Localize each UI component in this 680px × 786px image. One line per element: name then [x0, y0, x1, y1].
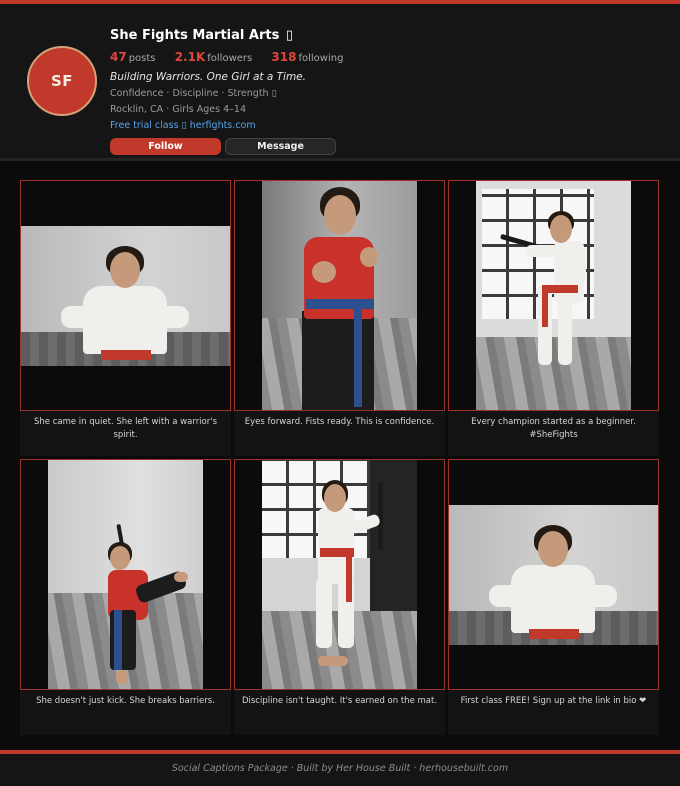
header-divider	[0, 158, 680, 161]
following-label: following	[298, 53, 344, 64]
post-image-frame	[448, 459, 659, 690]
following-stat[interactable]: 318 following	[271, 50, 344, 64]
bio-tagline: Building Warriors. One Girl at a Time.	[110, 71, 306, 83]
profile-name-row: She Fights Martial Arts ▯	[110, 28, 650, 46]
post-photo[interactable]	[449, 505, 658, 645]
profile-header: SF She Fights Martial Arts ▯ 47 posts 2.1…	[0, 4, 680, 158]
post-caption: Discipline isn't taught. It's earned on …	[234, 690, 445, 735]
bio-link[interactable]: Free trial class ▯ herfights.com	[110, 120, 650, 134]
post-caption: First class FREE! Sign up at the link in…	[448, 690, 659, 735]
post-image-frame	[448, 180, 659, 411]
posts-count: 47	[110, 50, 127, 64]
post-photo[interactable]	[476, 181, 631, 410]
posts-stat[interactable]: 47 posts	[110, 50, 156, 64]
follow-button[interactable]: Follow	[110, 138, 221, 155]
post-caption: Every champion started as a beginner. #S…	[448, 411, 659, 456]
post-image-frame	[20, 459, 231, 690]
profile-stats: 47 posts 2.1K followers 318 following	[110, 50, 650, 66]
post-photo[interactable]	[262, 460, 417, 689]
avatar-initials: SF	[50, 72, 74, 90]
post-card[interactable]: Discipline isn't taught. It's earned on …	[234, 459, 445, 735]
message-button[interactable]: Message	[225, 138, 336, 155]
profile-info: She Fights Martial Arts ▯ 47 posts 2.1K fo…	[110, 28, 650, 134]
footer: Social Captions Package · Built by Her H…	[0, 754, 680, 786]
post-card[interactable]: She doesn't just kick. She breaks barrie…	[20, 459, 231, 735]
bio-location: Rocklin, CA · Girls Ages 4–14	[110, 104, 246, 115]
followers-label: followers	[207, 53, 253, 64]
post-caption: She doesn't just kick. She breaks barrie…	[20, 690, 231, 735]
post-photo[interactable]	[262, 181, 417, 410]
bio-values: Confidence · Discipline · Strength ▯	[110, 88, 277, 99]
avatar[interactable]: SF	[27, 46, 97, 116]
profile-actions: Follow Message	[110, 138, 336, 157]
post-caption: She came in quiet. She left with a warri…	[20, 411, 231, 456]
post-image-frame	[20, 180, 231, 411]
post-card[interactable]: Eyes forward. Fists ready. This is confi…	[234, 180, 445, 456]
profile-name: She Fights Martial Arts	[110, 28, 280, 43]
name-emoji-icon: ▯	[285, 28, 293, 43]
post-image-frame	[234, 180, 445, 411]
post-card[interactable]: Every champion started as a beginner. #S…	[448, 180, 659, 456]
post-photo[interactable]	[21, 226, 230, 366]
followers-stat[interactable]: 2.1K followers	[174, 50, 253, 64]
following-count: 318	[271, 50, 297, 64]
footer-text: Social Captions Package · Built by Her H…	[171, 763, 509, 774]
posts-label: posts	[128, 53, 156, 64]
post-image-frame	[234, 459, 445, 690]
post-photo[interactable]	[48, 460, 203, 689]
followers-count: 2.1K	[174, 50, 206, 64]
post-card[interactable]: First class FREE! Sign up at the link in…	[448, 459, 659, 735]
post-caption: Eyes forward. Fists ready. This is confi…	[234, 411, 445, 456]
post-card[interactable]: She came in quiet. She left with a warri…	[20, 180, 231, 456]
